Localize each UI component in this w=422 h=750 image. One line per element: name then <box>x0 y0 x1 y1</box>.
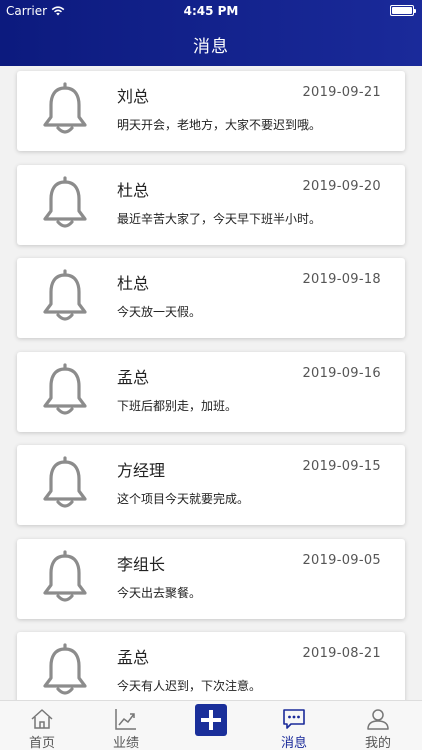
bell-icon <box>43 269 87 321</box>
home-icon <box>31 709 53 729</box>
message-text: 这个项目今天就要完成。 <box>117 492 250 506</box>
bell-icon <box>43 549 87 602</box>
message-card[interactable]: 孟总 2019-09-16 下班后都别走，加班。 <box>17 351 405 432</box>
tab-add[interactable] <box>168 701 252 750</box>
message-text: 下班后都别走，加班。 <box>117 398 238 413</box>
page-title: 消息 <box>193 37 229 57</box>
battery-icon <box>390 5 416 16</box>
message-sender: 李组长 <box>117 554 166 574</box>
message-sender: 刘总 <box>117 87 150 106</box>
tab-label-home: 首页 <box>28 736 55 750</box>
tab-label-mine: 我的 <box>364 736 391 750</box>
message-text: 明天开会，老地方，大家不要迟到哦。 <box>117 118 322 132</box>
message-sender: 杜总 <box>117 274 150 293</box>
bell-icon <box>43 362 87 415</box>
message-date: 2019-09-20 <box>302 178 381 194</box>
tab-label-performance: 业绩 <box>112 736 139 750</box>
message-text: 今天有人迟到，下次注意。 <box>117 679 262 693</box>
message-date: 2019-09-15 <box>302 459 381 474</box>
message-date: 2019-09-05 <box>302 552 381 568</box>
message-text: 最近辛苦大家了，今天早下班半小时。 <box>117 211 322 226</box>
status-bar: Carrier 4:45 PM <box>0 0 422 22</box>
plus-icon[interactable] <box>195 704 227 736</box>
message-sender: 杜总 <box>117 180 150 200</box>
status-time: 4:45 PM <box>183 4 239 18</box>
message-sender: 孟总 <box>117 367 150 387</box>
message-list[interactable]: 刘总 2019-09-21 明天开会，老地方，大家不要迟到哦。杜总 2019-09-2… <box>0 66 422 700</box>
user-icon <box>367 709 389 730</box>
message-text: 今天放一天假。 <box>117 305 202 319</box>
message-icon <box>283 709 305 729</box>
message-text: 今天出去聚餐。 <box>117 585 202 600</box>
message-sender: 孟总 <box>117 648 150 667</box>
message-date: 2019-09-18 <box>302 272 381 287</box>
message-date: 2019-08-21 <box>302 646 381 661</box>
nav-header: Carrier 4:45 PM 消息 <box>0 0 422 66</box>
tab-bar: 首页 业绩 消息 我的 <box>0 700 422 750</box>
message-card[interactable]: 李组长 2019-09-05 今天出去聚餐。 <box>17 538 405 619</box>
message-date: 2019-09-21 <box>302 85 381 100</box>
tab-mine[interactable]: 我的 <box>336 701 420 750</box>
message-card[interactable]: 杜总 2019-09-20 最近辛苦大家了，今天早下班半小时。 <box>17 164 405 245</box>
tab-home[interactable]: 首页 <box>0 701 84 750</box>
message-card[interactable]: 方经理 2019-09-15 这个项目今天就要完成。 <box>17 445 405 525</box>
bell-icon <box>43 82 87 134</box>
bell-icon <box>43 175 87 228</box>
bell-icon <box>43 456 87 508</box>
message-card[interactable]: 杜总 2019-09-18 今天放一天假。 <box>17 258 405 338</box>
chart-icon <box>115 709 136 730</box>
tab-performance[interactable]: 业绩 <box>84 701 168 750</box>
message-card[interactable]: 孟总 2019-08-21 今天有人迟到，下次注意。 <box>17 632 405 700</box>
tab-label-messages: 消息 <box>280 736 307 750</box>
message-date: 2019-09-16 <box>302 365 381 381</box>
tab-messages[interactable]: 消息 <box>252 701 336 750</box>
message-sender: 方经理 <box>117 461 166 480</box>
bell-icon <box>43 643 87 695</box>
message-card[interactable]: 刘总 2019-09-21 明天开会，老地方，大家不要迟到哦。 <box>17 71 405 151</box>
